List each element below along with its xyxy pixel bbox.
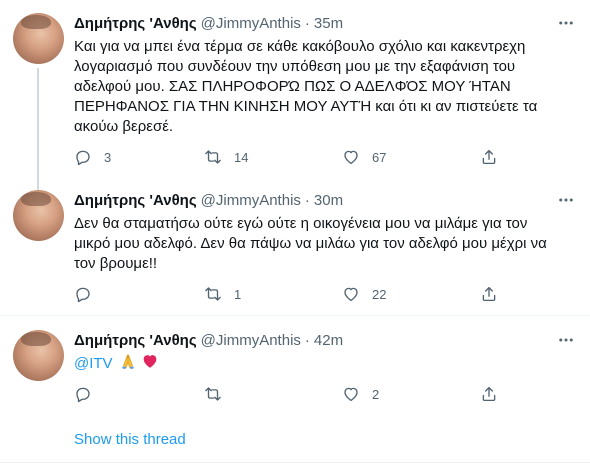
reply-button[interactable]: 3 [74, 147, 111, 167]
heart-outline-icon [344, 150, 358, 165]
more-dots-icon[interactable] [556, 330, 576, 350]
share-button[interactable] [480, 384, 498, 404]
avatar[interactable] [13, 13, 64, 64]
heart-outline-icon [344, 287, 358, 302]
mention-link[interactable]: @ITV [74, 355, 113, 372]
folded-hands-icon [119, 352, 137, 376]
retweet-count: 1 [234, 286, 242, 302]
tweet-text-line: λογαριασμό που συνδέουν την υπόθεση μου … [74, 58, 516, 75]
tweet-2[interactable]: Δημήτρης 'Ανθης @JimmyAnthis · 30m Δεν θ… [0, 172, 590, 315]
share-upload-icon [482, 386, 496, 402]
tweet-text-line: τον βρουμε!! [74, 255, 158, 272]
tweet-actions: 1 22 [74, 284, 504, 304]
reply-bubble-icon [76, 287, 90, 303]
more-dots-icon[interactable] [556, 13, 576, 33]
share-upload-icon [482, 286, 496, 302]
tweet-text: Και για να μπει ένα τέρμα σε κάθε κακόβο… [74, 37, 574, 137]
reply-count: 3 [104, 149, 112, 165]
heart-outline-icon [344, 387, 358, 402]
tweet-header: Δημήτρης 'Ανθης @JimmyAnthis · 42m [74, 330, 343, 350]
tweet-timestamp[interactable]: 42m [314, 332, 343, 349]
reply-button[interactable] [74, 284, 104, 304]
retweet-button[interactable]: 1 [204, 284, 241, 304]
share-upload-icon [482, 149, 496, 165]
author-handle[interactable]: @JimmyAnthis [201, 192, 301, 209]
retweet-button[interactable]: 14 [204, 147, 248, 167]
author-handle[interactable]: @JimmyAnthis [201, 15, 301, 32]
tweet-timestamp[interactable]: 30m [314, 192, 343, 209]
tweet-header: Δημήτρης 'Ανθης @JimmyAnthis · 30m [74, 190, 343, 210]
tweet-text-line: αδελφού μου. ΣΑΣ ΠΛΗΡΟΦΟΡΏ ΠΩΣ Ο ΑΔΕΛΦΌΣ… [74, 78, 511, 95]
avatar[interactable] [13, 330, 64, 381]
tweet-1[interactable]: Δημήτρης 'Ανθης @JimmyAnthis · 35m Και γ… [0, 0, 590, 190]
reply-bubble-icon [76, 150, 90, 166]
tweet-actions: 3 14 67 [74, 147, 504, 167]
share-button[interactable] [480, 147, 498, 167]
thread-connector-line [37, 172, 39, 184]
tweet-text: Δεν θα σταματήσω ούτε εγώ ούτε η οικογέν… [74, 214, 574, 274]
tweet-header: Δημήτρης 'Ανθης @JimmyAnthis · 35m [74, 13, 343, 33]
retweet-arrows-icon [205, 150, 221, 164]
reply-button[interactable] [74, 384, 104, 404]
retweet-button[interactable] [204, 384, 234, 404]
show-thread-link[interactable]: Show this thread [74, 431, 186, 448]
author-name[interactable]: Δημήτρης 'Ανθης [74, 15, 197, 32]
tweet-text-line: Δεν θα σταματήσω ούτε εγώ ούτε η οικογέν… [74, 215, 528, 232]
share-button[interactable] [480, 284, 498, 304]
tweet-3[interactable]: Δημήτρης 'Ανθης @JimmyAnthis · 42m @ITV [0, 316, 590, 467]
retweet-arrows-icon [205, 287, 221, 301]
more-dots-icon[interactable] [556, 190, 576, 210]
tweet-text-line: ακούω βερεσέ. [74, 118, 174, 135]
red-heart-icon [141, 352, 159, 376]
like-count: 22 [372, 286, 387, 302]
separator-dot: · [304, 331, 310, 349]
separator-dot: · [304, 191, 310, 209]
author-name[interactable]: Δημήτρης 'Ανθης [74, 192, 197, 209]
like-count: 67 [372, 149, 387, 165]
like-button[interactable]: 2 [342, 384, 379, 404]
author-name[interactable]: Δημήτρης 'Ανθης [74, 332, 197, 349]
author-handle[interactable]: @JimmyAnthis [201, 332, 301, 349]
like-button[interactable]: 67 [342, 147, 386, 167]
tweet-actions: 2 [74, 384, 504, 404]
tweet-timestamp[interactable]: 35m [314, 15, 343, 32]
like-button[interactable]: 22 [342, 284, 386, 304]
tweet-text-line: Και για να μπει ένα τέρμα σε κάθε κακόβο… [74, 38, 526, 55]
reply-bubble-icon [76, 387, 90, 403]
separator-dot: · [304, 14, 310, 32]
tweet-text-line: μικρό μου αδελφό. Δεν θα πάψω να μιλάω γ… [74, 235, 547, 252]
retweet-arrows-icon [205, 387, 221, 401]
tweet-text: @ITV [74, 352, 574, 376]
tweet-text-line: ΠΕΡΗΦΑΝΟΣ ΓΙΑ ΤΗΝ ΚΙΝΗΣΗ ΜΟΥ ΑΥΤΉ και ότ… [74, 98, 538, 115]
avatar[interactable] [13, 190, 64, 241]
like-count: 2 [372, 386, 380, 402]
tweet-divider [0, 462, 590, 463]
retweet-count: 14 [234, 149, 249, 165]
